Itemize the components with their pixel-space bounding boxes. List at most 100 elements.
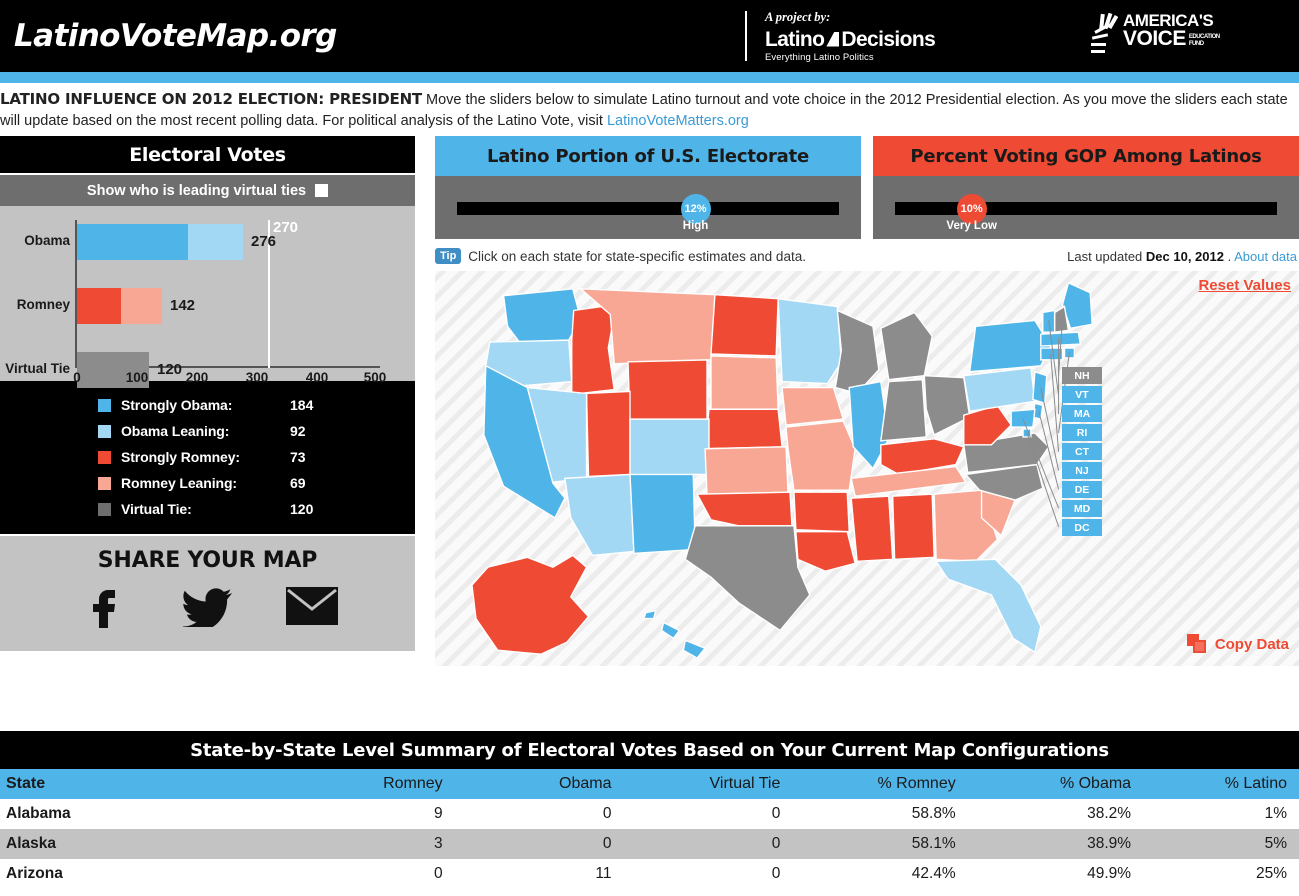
sponsor-line2: VOICE EDUCATION FUND xyxy=(1123,27,1220,51)
callout-label-MD[interactable]: MD xyxy=(1062,500,1102,518)
legend-item-strongly-obama: Strongly Obama: 184 xyxy=(0,392,415,418)
x-tick-100: 100 xyxy=(125,370,149,386)
state-summary-table: State Romney Obama Virtual Tie % Romney … xyxy=(0,769,1299,889)
latino-decisions-logo[interactable]: A project by: Latino Decisions Everythin… xyxy=(765,10,936,63)
th-pct-obama[interactable]: % Obama xyxy=(967,769,1144,800)
legend-item-strongly-romney: Strongly Romney: 73 xyxy=(0,444,415,470)
x-tick-300: 300 xyxy=(245,370,269,386)
state-ND xyxy=(710,294,779,357)
sponsor-sub1: EDUCATION xyxy=(1188,34,1220,41)
tip-text: Click on each state for state-specific e… xyxy=(468,248,806,264)
legend-value-virtual-tie: 120 xyxy=(290,501,314,518)
cell-pct-obama: 38.2% xyxy=(1087,805,1132,823)
us-map-svg[interactable] xyxy=(435,271,1299,666)
slider-body-latino-portion[interactable]: 12% High xyxy=(435,176,861,240)
callout-label-DC[interactable]: DC xyxy=(1062,519,1102,537)
cell-pct-obama: 49.9% xyxy=(1087,865,1132,883)
virtual-ties-toggle-label: Show who is leading virtual ties xyxy=(86,182,307,199)
us-map[interactable]: Reset Values NH VT MA RI CT NJ DE MD DC … xyxy=(435,271,1299,667)
state-AK xyxy=(471,554,590,656)
threshold-label: 270 xyxy=(273,219,299,237)
electoral-votes-title: Electoral Votes xyxy=(0,136,415,174)
th-pct-latino[interactable]: % Latino xyxy=(1143,769,1299,800)
last-updated-sep: . xyxy=(1223,248,1235,264)
sponsor-text: AMERICA'S VOICE EDUCATION FUND xyxy=(1123,12,1220,51)
table-row[interactable]: Arizona 0 11 0 42.4% 49.9% 25% xyxy=(0,859,1299,889)
partner-name: Latino Decisions xyxy=(765,27,936,51)
site-logo[interactable]: LatinoVoteMap.org xyxy=(0,18,337,54)
bar-label-obama: Obama xyxy=(24,233,70,249)
callout-label-NH[interactable]: NH xyxy=(1062,367,1102,385)
th-pct-romney[interactable]: % Romney xyxy=(792,769,968,800)
state-IA xyxy=(781,386,845,426)
legend-swatch-strongly-obama xyxy=(98,398,111,412)
slider-body-gop-percent[interactable]: 10% Very Low xyxy=(873,176,1299,240)
cell-obama: 11 xyxy=(595,865,612,883)
callout-label-DE[interactable]: DE xyxy=(1062,481,1102,499)
state-AL xyxy=(891,493,935,561)
x-tick-200: 200 xyxy=(185,370,209,386)
callout-label-MA[interactable]: MA xyxy=(1062,405,1102,423)
state-SD xyxy=(710,355,779,411)
about-data-link[interactable]: About data xyxy=(1234,249,1297,264)
copy-icon xyxy=(1186,634,1207,654)
th-romney[interactable]: Romney xyxy=(298,769,455,800)
email-icon[interactable] xyxy=(285,583,339,629)
latinovotematters-link[interactable]: LatinoVoteMatters.org xyxy=(607,113,749,129)
table-row[interactable]: Alaska 3 0 0 58.1% 38.9% 5% xyxy=(0,829,1299,860)
virtual-ties-toggle-row[interactable]: Show who is leading virtual ties xyxy=(0,173,415,207)
legend-swatch-romney-leaning xyxy=(98,476,111,490)
state-WA xyxy=(502,288,582,343)
intro-headline: LATINO INFLUENCE ON 2012 ELECTION: PRESI… xyxy=(0,90,422,108)
bar-row-obama[interactable]: Obama 276 xyxy=(24,224,276,261)
state-LA xyxy=(795,531,856,573)
partner-tagline: Everything Latino Politics xyxy=(765,51,874,63)
state-UT xyxy=(585,390,631,478)
bar-row-romney[interactable]: Romney 142 xyxy=(17,288,195,325)
legend-item-obama-leaning: Obama Leaning: 92 xyxy=(0,418,415,444)
twitter-icon[interactable] xyxy=(181,583,235,629)
virtual-ties-checkbox[interactable] xyxy=(315,184,329,198)
callout-label-NJ[interactable]: NJ xyxy=(1062,462,1102,480)
legend-value-strongly-romney: 73 xyxy=(290,449,306,466)
legend-label-virtual-tie: Virtual Tie: xyxy=(121,501,192,518)
partner-name-part1: Latino xyxy=(765,27,825,51)
table-row[interactable]: Alabama 9 0 0 58.8% 38.2% 1% xyxy=(0,799,1299,829)
cell-virtual-tie: 0 xyxy=(771,865,781,883)
legend-label-romney-leaning: Romney Leaning: xyxy=(121,475,237,492)
slider-panels: Latino Portion of U.S. Electorate 12% Hi… xyxy=(435,136,1299,240)
th-state[interactable]: State xyxy=(0,769,299,800)
legend-swatch-obama-leaning xyxy=(98,424,111,438)
americas-voice-logo[interactable]: AMERICA'S VOICE EDUCATION FUND xyxy=(1090,12,1220,57)
legend-swatch-strongly-romney xyxy=(98,450,111,464)
facebook-icon[interactable] xyxy=(77,583,131,629)
blue-divider xyxy=(0,72,1299,83)
cell-romney: 9 xyxy=(434,805,443,823)
sponsor-sub2: FUND xyxy=(1188,40,1204,47)
header-partners: A project by: Latino Decisions Everythin… xyxy=(745,0,936,72)
sponsor-sub: EDUCATION FUND xyxy=(1189,34,1220,47)
copy-data-button[interactable]: Copy Data xyxy=(1186,634,1289,654)
th-obama[interactable]: Obama xyxy=(454,769,624,800)
bar-segment-romney-leaning xyxy=(121,288,162,325)
state-ID xyxy=(571,303,618,396)
callout-label-RI[interactable]: RI xyxy=(1062,424,1102,442)
cell-state: Alaska xyxy=(0,829,299,860)
th-virtual-tie[interactable]: Virtual Tie xyxy=(623,769,793,800)
bar-label-romney: Romney xyxy=(16,297,70,313)
slider-track-latino-portion[interactable] xyxy=(457,202,839,216)
left-panel: Electoral Votes Show who is leading virt… xyxy=(0,136,415,652)
share-panel: SHARE YOUR MAP xyxy=(0,534,415,652)
callout-label-VT[interactable]: VT xyxy=(1062,386,1102,404)
tip-row: Tip Click on each state for state-specif… xyxy=(435,243,1299,269)
legend-item-romney-leaning: Romney Leaning: 69 xyxy=(0,470,415,496)
state-WI xyxy=(834,309,880,395)
callout-label-CT[interactable]: CT xyxy=(1062,443,1102,461)
legend-swatch-virtual-tie xyxy=(98,502,111,516)
bar-segment-strong-romney xyxy=(77,288,121,325)
share-title: SHARE YOUR MAP xyxy=(97,548,318,574)
header-divider xyxy=(745,11,747,61)
slider-track-gop-percent[interactable] xyxy=(895,202,1277,216)
cell-virtual-tie: 0 xyxy=(771,805,781,823)
sponsor-line2-text: VOICE xyxy=(1123,27,1186,51)
